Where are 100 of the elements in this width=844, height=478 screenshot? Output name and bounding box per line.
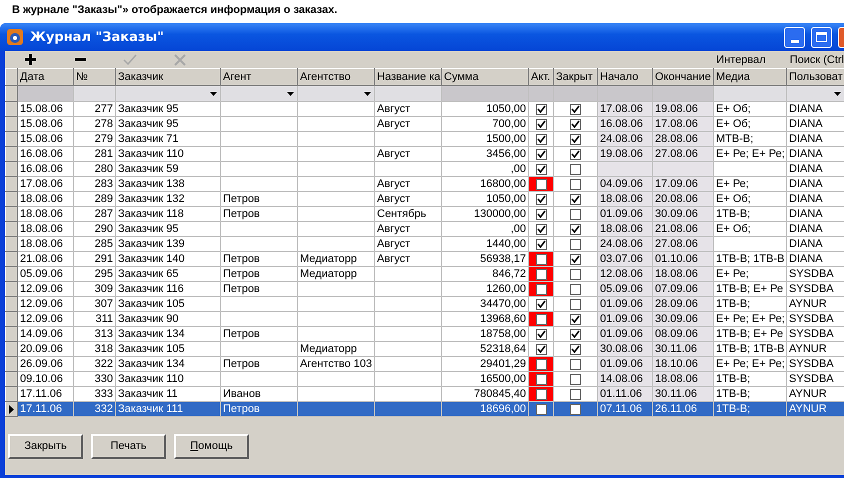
table-cell: 27.08.06 [652, 236, 714, 252]
dropdown-arrow-icon [364, 92, 371, 96]
checkbox[interactable] [536, 328, 546, 340]
maximize-button[interactable] [811, 26, 832, 48]
checkbox[interactable] [536, 284, 546, 295]
checkbox[interactable] [570, 194, 581, 205]
table-cell: Агентство 103 [298, 356, 374, 372]
table-cell: 34470,00 [442, 296, 528, 312]
checkbox[interactable] [536, 148, 546, 160]
column-header[interactable]: Окончание [652, 68, 714, 86]
column-header[interactable]: Медиа [714, 68, 786, 86]
checkbox[interactable] [536, 208, 546, 220]
table-cell: Заказчик 105 [116, 342, 220, 356]
filter-dropdown[interactable] [298, 86, 374, 102]
checkbox[interactable] [570, 358, 581, 370]
column-header[interactable]: Дата [18, 68, 74, 86]
table-cell: 1ТВ-В; [714, 296, 786, 312]
column-header[interactable]: № [74, 68, 116, 86]
checkbox[interactable] [570, 164, 581, 175]
checkbox[interactable] [570, 298, 581, 310]
filter-field[interactable] [374, 86, 442, 102]
column-header[interactable]: Сумма [442, 68, 528, 86]
table-cell: 14.09.06 [18, 326, 74, 342]
table-cell: 20.09.06 [18, 342, 74, 356]
row-indicator[interactable] [6, 402, 18, 416]
checkbox[interactable] [536, 344, 546, 355]
table-cell: 281 [74, 146, 116, 162]
checkbox[interactable] [570, 118, 581, 130]
checkbox[interactable] [536, 268, 546, 280]
table-cell: 28.09.06 [652, 296, 714, 312]
table-cell: DIANA [786, 116, 844, 132]
checkbox[interactable] [570, 148, 581, 160]
checkbox[interactable] [536, 404, 546, 415]
checkbox[interactable] [570, 284, 581, 295]
column-header[interactable]: Начало [598, 68, 652, 86]
table-cell: SYSDBA [786, 372, 844, 386]
table-cell: 290 [74, 222, 116, 236]
table-cell: 17.09.06 [652, 176, 714, 192]
table-cell: SYSDBA [786, 266, 844, 282]
checkbox[interactable] [570, 314, 581, 325]
column-header[interactable]: Агент [220, 68, 298, 86]
table-cell: Заказчик 71 [116, 132, 220, 146]
checkbox[interactable] [570, 344, 581, 355]
table-cell: 15.08.06 [18, 102, 74, 116]
checkbox[interactable] [570, 134, 581, 145]
checkbox[interactable] [536, 238, 546, 250]
checkbox[interactable] [536, 164, 546, 175]
window-title: Журнал "Заказы" [30, 30, 164, 44]
toolbar-button[interactable]: Поиск (Ctrl [774, 54, 844, 66]
dialog-button[interactable]: Печать [91, 434, 166, 458]
column-header[interactable]: Пользоват [786, 68, 844, 86]
filter-dropdown[interactable] [786, 86, 844, 102]
table-cell: SYSDBA [786, 312, 844, 326]
checkbox[interactable] [570, 208, 581, 220]
checkbox[interactable] [570, 328, 581, 340]
toolbar-button[interactable]: Интервал [700, 54, 774, 66]
checkbox[interactable] [570, 178, 581, 190]
checkbox[interactable] [570, 268, 581, 280]
table-cell: 05.09.06 [598, 282, 652, 296]
table-cell: DIANA [786, 102, 844, 116]
checkbox[interactable] [570, 254, 581, 265]
table-cell: DIANA [786, 222, 844, 236]
filter-dropdown[interactable] [220, 86, 298, 102]
checkbox[interactable] [536, 298, 546, 310]
checkbox[interactable] [536, 178, 546, 190]
checkbox[interactable] [536, 358, 546, 370]
table-cell: 26.09.06 [18, 356, 74, 372]
checkbox[interactable] [570, 404, 581, 415]
checkbox[interactable] [536, 118, 546, 130]
checkbox[interactable] [536, 134, 546, 145]
dialog-button[interactable]: Помощь [174, 434, 249, 458]
column-header[interactable]: Агентство [298, 68, 374, 86]
column-header[interactable]: Название ка [374, 68, 442, 86]
column-header[interactable]: Закрыт [554, 68, 598, 86]
column-header[interactable]: Заказчик [116, 68, 220, 86]
checkbox[interactable] [536, 104, 546, 115]
table-cell: 30.08.06 [598, 342, 652, 356]
filter-field[interactable] [714, 86, 786, 102]
checkbox[interactable] [536, 224, 546, 235]
checkbox[interactable] [570, 104, 581, 115]
checkbox[interactable] [570, 388, 581, 400]
minimize-button[interactable] [784, 26, 805, 48]
checkbox[interactable] [536, 194, 546, 205]
table-cell: 52318,64 [442, 342, 528, 356]
table-cell: Петров [220, 356, 298, 372]
filter-field[interactable] [74, 86, 116, 102]
checkbox[interactable] [570, 224, 581, 235]
column-header[interactable]: Акт. [528, 68, 554, 86]
checkbox[interactable] [536, 254, 546, 265]
checkbox[interactable] [536, 388, 546, 400]
checkbox[interactable] [536, 314, 546, 325]
table-cell: Заказчик 134 [116, 356, 220, 372]
close-button[interactable] [838, 26, 844, 48]
filter-dropdown[interactable] [116, 86, 220, 102]
checkbox[interactable] [570, 238, 581, 250]
table-cell: Петров [220, 402, 298, 416]
checkbox[interactable] [536, 374, 546, 385]
checkbox[interactable] [570, 374, 581, 385]
table-cell: 311 [74, 312, 116, 326]
dialog-button[interactable]: Закрыть [8, 434, 83, 458]
